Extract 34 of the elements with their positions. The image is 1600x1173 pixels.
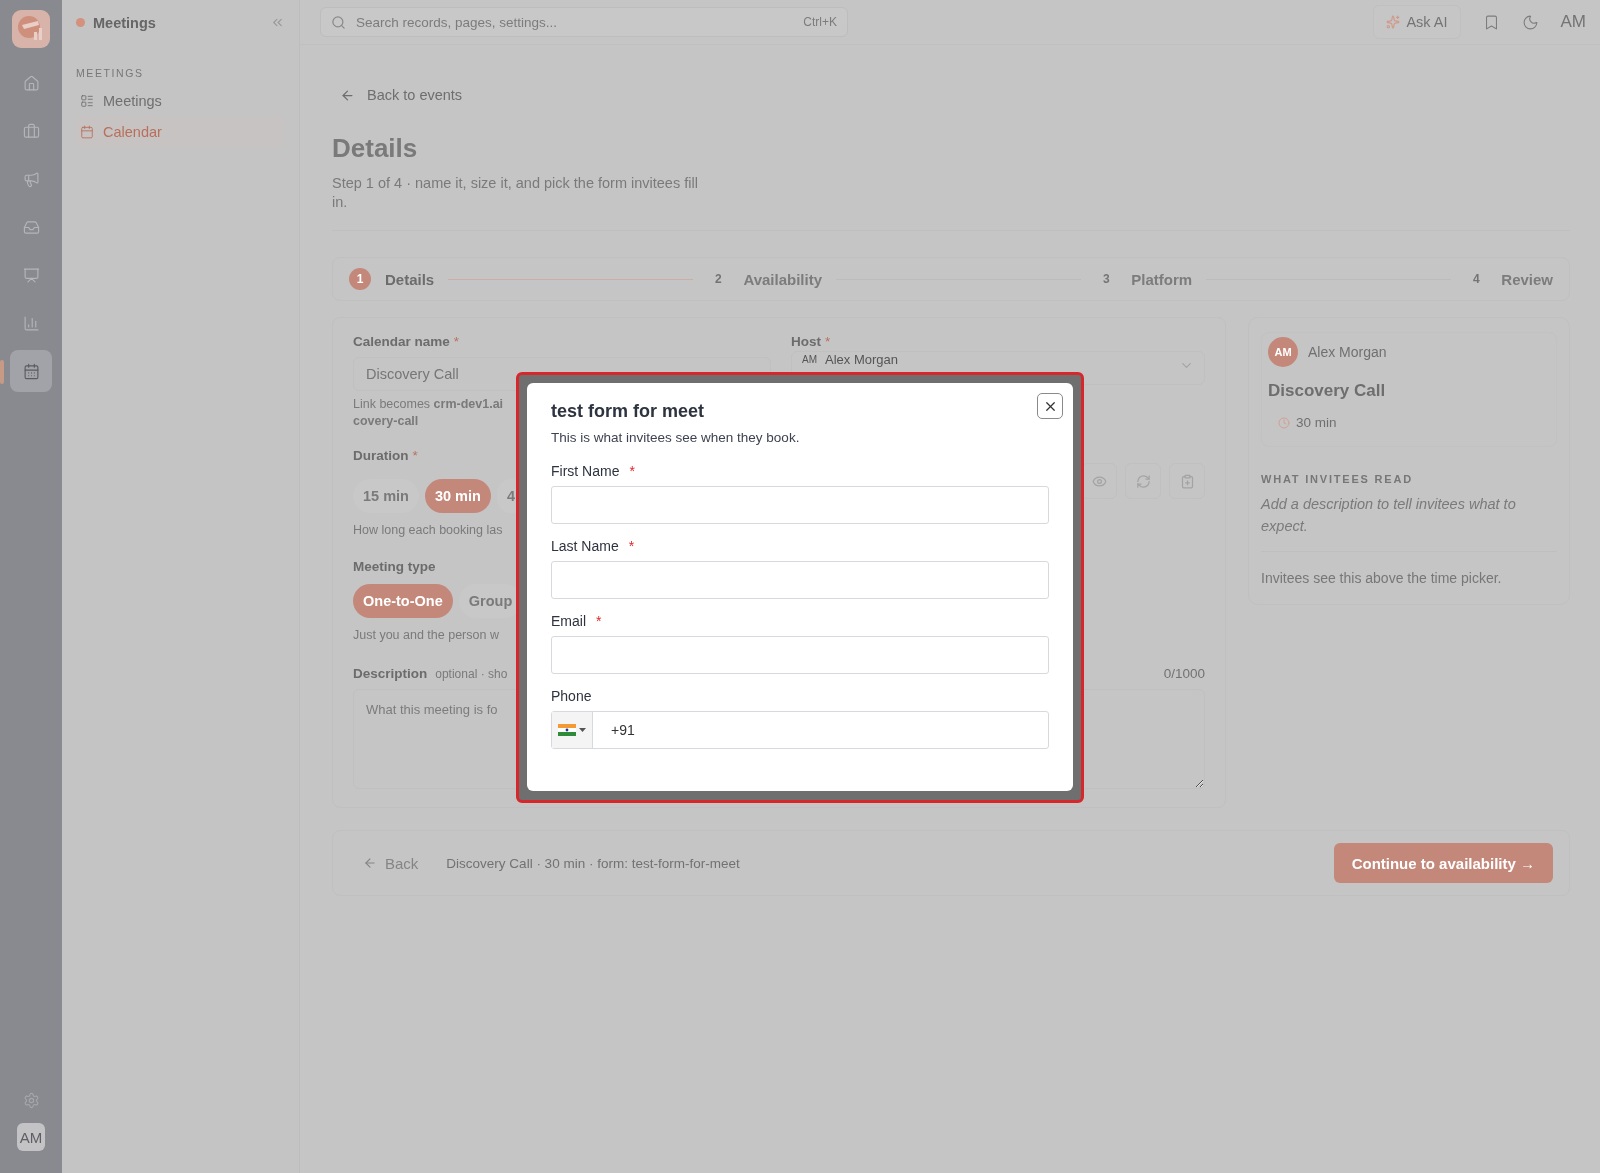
step-number: 4 (1471, 271, 1481, 288)
invitee-description-text: Add a description to tell invitees what to expect. (1261, 495, 1517, 536)
step-number: 3 (1101, 271, 1111, 288)
event-title: Discovery Call (1268, 381, 1387, 401)
help-text: How long each booking las (353, 522, 503, 539)
field-label: Email * (551, 613, 603, 629)
dialog-title: test form for meet (551, 401, 706, 422)
field-label: Phone (551, 688, 593, 704)
link-hint: Link becomes crm-dev1.ai (353, 396, 504, 413)
step-number: 1 (349, 268, 371, 290)
field-label: Description (353, 666, 428, 681)
field-label: Last Name * (551, 538, 636, 554)
page-subtitle: Step 1 of 4 · name it, size it, and pick the form invitees fill in. (332, 174, 699, 212)
field-label: Duration * (353, 448, 418, 463)
duration-label: 30 min (1268, 411, 1347, 434)
host-avatar: AM (1268, 337, 1298, 367)
section-heading: WHAT INVITEES READ (1261, 473, 1414, 485)
sidebar-title: Meetings (93, 14, 157, 31)
step-number: 2 (714, 271, 723, 288)
field-label: Calendar name * (353, 334, 460, 349)
preview-note: Invitees see this above the time picker. (1261, 570, 1503, 586)
summary-text: Discovery Call · 30 min · form: test-form-for-meet (446, 855, 740, 871)
section-label: MEETINGS (76, 67, 145, 79)
character-counter: 0/1000 (1163, 666, 1205, 681)
field-label: Meeting type (353, 559, 436, 574)
dialog-subtitle: This is what invitees see when they book. (551, 430, 801, 445)
link-hint: covery-call (353, 413, 419, 430)
help-text: Just you and the person w (353, 627, 499, 644)
page-title: Details (332, 133, 419, 164)
host-name: Alex Morgan (1308, 344, 1387, 360)
field-label: Host * (791, 334, 831, 349)
field-hint: optional · sho (435, 667, 508, 681)
shortcut-hint: Ctrl+K (803, 15, 837, 29)
field-label: First Name * (551, 463, 636, 479)
